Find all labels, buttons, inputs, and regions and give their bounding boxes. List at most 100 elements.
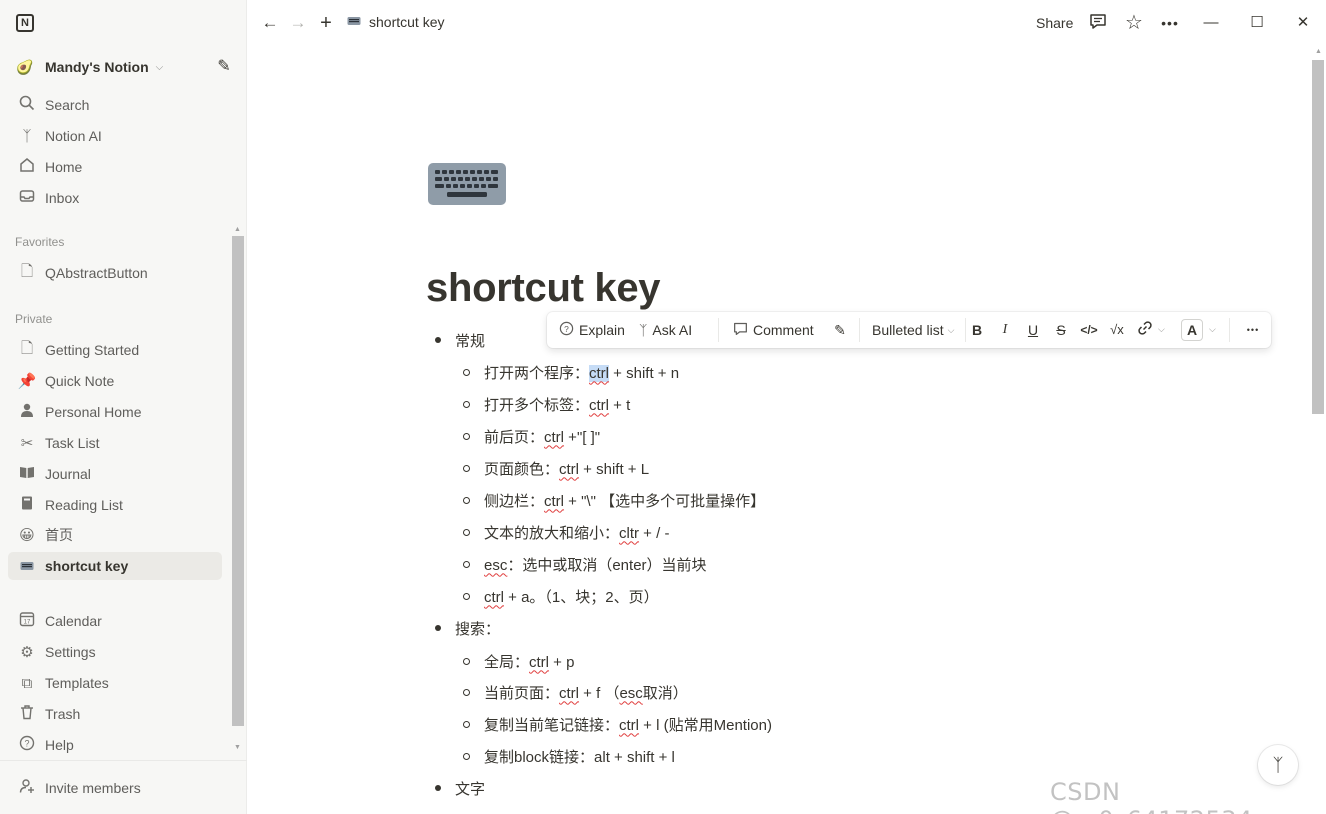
workspace-switcher[interactable]: 🥑 Mandy's Notion ⌵ ✎ xyxy=(8,54,238,80)
comments-icon[interactable] xyxy=(1087,12,1109,34)
bullet-circle xyxy=(463,432,470,440)
bullet-circle xyxy=(463,688,470,696)
sidebar-item-settings[interactable]: ⚙ Settings xyxy=(8,638,222,666)
back-arrow-icon[interactable]: ← xyxy=(259,12,281,34)
minimize-window-icon[interactable]: — xyxy=(1199,11,1223,35)
list-item[interactable]: 打开多个标签：ctrl + t xyxy=(463,392,630,416)
close-window-icon[interactable]: ✕ xyxy=(1291,11,1315,35)
favorites-label: Favorites xyxy=(15,235,65,249)
list-item[interactable]: 常规 xyxy=(435,328,485,352)
sidebar-item-templates[interactable]: ⧉ Templates xyxy=(8,669,222,697)
sidebar-item-home[interactable]: Home xyxy=(8,153,222,181)
list-item[interactable]: esc：选中或取消（enter）当前块 xyxy=(463,552,707,576)
sidebar-item-label: Trash xyxy=(45,706,81,722)
inline-code-button[interactable]: </> xyxy=(1079,320,1099,340)
sidebar-item-getting-started[interactable]: 🗋 Getting Started xyxy=(8,336,222,364)
sidebar-item-calendar[interactable]: 17 Calendar xyxy=(8,607,222,635)
notion-logo-icon[interactable]: N xyxy=(16,14,34,32)
main-scrollbar-thumb[interactable] xyxy=(1312,60,1324,414)
list-item[interactable]: 复制block链接：alt + shift + l xyxy=(463,744,675,768)
sidebar-item-label: Home xyxy=(45,159,83,175)
explain-label: Explain xyxy=(579,322,625,338)
sidebar-item-notion-ai[interactable]: ᛉ Notion AI xyxy=(8,122,222,150)
scroll-up-arrow-icon[interactable]: ▲ xyxy=(234,226,241,233)
list-item[interactable]: 文本的放大和缩小：cltr + / - xyxy=(463,520,669,544)
invite-members-button[interactable]: Invite members xyxy=(8,774,222,802)
bold-button[interactable]: B xyxy=(967,320,987,340)
text-segment: + shift + n xyxy=(609,364,680,382)
page-keyboard-icon[interactable] xyxy=(427,160,507,208)
calendar-icon: 17 xyxy=(16,611,38,631)
list-item[interactable]: 当前页面：ctrl + f （esc取消） xyxy=(463,680,688,704)
selected-keyword: ctrl xyxy=(589,364,610,382)
list-item[interactable]: 搜索： xyxy=(435,616,500,640)
share-button[interactable]: Share xyxy=(1036,15,1073,31)
maximize-window-icon[interactable]: ☐ xyxy=(1245,11,1269,35)
text-segment: 取消） xyxy=(642,684,688,702)
sidebar-item-label: Help xyxy=(45,737,74,753)
new-page-icon[interactable]: ✎ xyxy=(214,57,234,77)
sidebar-item-journal[interactable]: Journal xyxy=(8,460,222,488)
list-item-text: 搜索： xyxy=(455,620,501,638)
bullet-circle xyxy=(463,592,470,600)
list-item-text: 页面颜色：ctrl + shift + L xyxy=(484,458,649,479)
breadcrumb[interactable]: shortcut key xyxy=(347,14,444,30)
help-circle-icon: ? xyxy=(559,321,574,339)
scroll-down-arrow-icon[interactable]: ▼ xyxy=(234,744,241,751)
page-title[interactable]: shortcut key xyxy=(426,266,661,311)
list-item[interactable]: 复制当前笔记链接：ctrl + l (贴常用Mention) xyxy=(463,712,772,736)
explain-button[interactable]: ? Explain xyxy=(559,312,625,348)
scroll-up-arrow-icon[interactable]: ▲ xyxy=(1315,48,1322,55)
sidebar-item-trash[interactable]: Trash xyxy=(8,700,222,728)
sidebar-item-reading-list[interactable]: Reading List xyxy=(8,491,222,519)
keyword: ctrl xyxy=(559,684,580,702)
list-item[interactable]: 文字 xyxy=(435,776,485,800)
sidebar-item-shortcut-key[interactable]: shortcut key xyxy=(8,552,222,580)
link-icon[interactable] xyxy=(1135,320,1155,340)
list-item[interactable]: 侧边栏：ctrl + "\" 【选中多个可批量操作】 xyxy=(463,488,765,512)
strikethrough-button[interactable]: S xyxy=(1051,320,1071,340)
list-item[interactable]: 打开两个程序：ctrl + shift + n xyxy=(463,360,679,384)
math-equation-button[interactable]: √x xyxy=(1107,320,1127,340)
text-segment: 打开多个标签： xyxy=(484,396,590,414)
bullet-circle xyxy=(463,752,470,760)
italic-button[interactable]: I xyxy=(995,320,1015,340)
block-type-dropdown[interactable]: Bulleted list ⌵ xyxy=(872,312,954,348)
star-favorite-icon[interactable]: ☆ xyxy=(1123,12,1145,34)
forward-arrow-icon[interactable]: → xyxy=(287,12,309,34)
ask-ai-button[interactable]: ᛉ Ask AI xyxy=(639,312,692,348)
sidebar-item-inbox[interactable]: Inbox xyxy=(8,184,222,212)
list-item[interactable]: 全局：ctrl + p xyxy=(463,649,574,673)
sidebar-item-search[interactable]: Search xyxy=(8,91,222,119)
chevron-down-icon[interactable]: ⌵ xyxy=(1158,324,1165,335)
chevron-down-icon[interactable]: ⌵ xyxy=(1209,324,1216,335)
list-item[interactable]: ctrl + a。（1、块；2、页） xyxy=(463,584,659,608)
more-options-button[interactable]: ••• xyxy=(1243,320,1263,340)
text-segment: + "\" 【选中多个可批量操作】 xyxy=(564,492,766,510)
sidebar-item-task-list[interactable]: ✂ Task List xyxy=(8,429,222,457)
svg-text:?: ? xyxy=(564,324,569,334)
new-tab-plus-icon[interactable]: + xyxy=(315,12,337,34)
suggest-edit-icon[interactable]: ✎ xyxy=(830,320,850,340)
sidebar-item-qabstractbutton[interactable]: 🗋 QAbstractButton xyxy=(8,259,222,287)
bullet-circle xyxy=(463,400,470,408)
sidebar-item-label: 首页 xyxy=(45,527,73,543)
chevron-down-icon: ⌵ xyxy=(155,61,164,73)
text-color-button[interactable]: A xyxy=(1181,319,1203,341)
sidebar-scrollbar[interactable]: ▲ ▼ xyxy=(231,226,245,756)
sidebar-item-quick-note[interactable]: 📌 Quick Note xyxy=(8,367,222,395)
sidebar-scrollbar-thumb[interactable] xyxy=(232,236,244,726)
comment-button[interactable]: Comment xyxy=(733,312,814,348)
underline-button[interactable]: U xyxy=(1023,320,1043,340)
list-item[interactable]: 前后页：ctrl +"[ ]" xyxy=(463,424,600,448)
text-segment: 全局： xyxy=(484,653,530,671)
more-options-icon[interactable]: ••• xyxy=(1159,12,1181,34)
search-icon xyxy=(16,95,38,115)
list-item[interactable]: 页面颜色：ctrl + shift + L xyxy=(463,456,649,480)
toolbar-divider xyxy=(1229,318,1230,342)
sidebar-item-homepage[interactable]: 😀 首页 xyxy=(8,521,222,549)
sidebar-item-help[interactable]: ? Help xyxy=(8,731,222,759)
workspace-avatar: 🥑 xyxy=(16,59,34,75)
sidebar-item-personal-home[interactable]: Personal Home xyxy=(8,398,222,426)
page-icon: 🗋 xyxy=(20,262,34,280)
